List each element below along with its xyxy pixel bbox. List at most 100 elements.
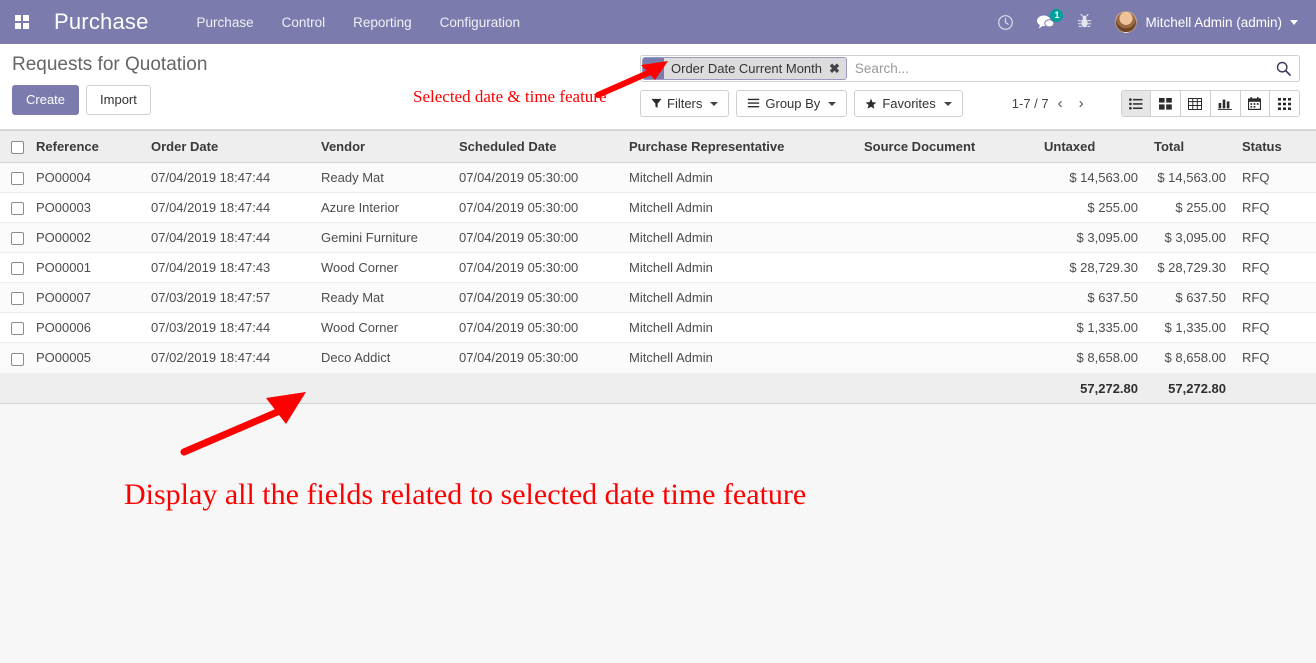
cell-untaxed: $ 14,563.00: [1036, 162, 1146, 194]
bug-icon[interactable]: [1066, 0, 1103, 44]
column-header-status[interactable]: Status: [1234, 129, 1316, 164]
cell-order-date: 07/03/2019 18:47:57: [143, 282, 313, 314]
cell-source-document: [856, 222, 1036, 254]
row-checkbox[interactable]: [10, 172, 24, 186]
favorites-dropdown[interactable]: Favorites: [854, 90, 963, 117]
purchase-orders-table: Reference Order Date Vendor Scheduled Da…: [0, 129, 1316, 404]
table-header-row: Reference Order Date Vendor Scheduled Da…: [0, 129, 1316, 164]
filters-dropdown-label: Filters: [667, 96, 703, 111]
close-icon[interactable]: ✖: [827, 58, 846, 79]
cell-source-document: [856, 162, 1036, 194]
cell-scheduled-date: 07/04/2019 05:30:00: [451, 312, 621, 344]
search-facet-label: Order Date Current Month: [664, 58, 828, 79]
select-all-header: [0, 129, 28, 164]
table-row[interactable]: PO00002 07/04/2019 18:47:44 Gemini Furni…: [0, 222, 1316, 254]
column-header-vendor[interactable]: Vendor: [313, 129, 451, 164]
clock-icon[interactable]: [986, 0, 1025, 44]
group-by-dropdown[interactable]: Group By: [736, 90, 848, 117]
pager-previous-icon[interactable]: ‹: [1051, 94, 1070, 114]
cell-vendor: Ready Mat: [313, 282, 451, 314]
cell-vendor: Gemini Furniture: [313, 222, 451, 254]
table-body: PO00004 07/04/2019 18:47:44 Ready Mat 07…: [0, 162, 1316, 404]
filters-dropdown[interactable]: Filters: [640, 90, 730, 117]
select-all-checkbox[interactable]: [10, 141, 24, 155]
column-header-order-date[interactable]: Order Date: [143, 129, 313, 164]
star-icon: [865, 98, 877, 109]
odoo-purchase-screen: Purchase Purchase Control Reporting Conf…: [0, 0, 1316, 663]
row-checkbox[interactable]: [10, 202, 24, 216]
cell-untaxed: $ 255.00: [1036, 192, 1146, 224]
column-header-scheduled-date[interactable]: Scheduled Date: [451, 129, 621, 164]
table-row[interactable]: PO00006 07/03/2019 18:47:44 Wood Corner …: [0, 312, 1316, 344]
annotation-bottom-text: Display all the fields related to select…: [124, 478, 807, 511]
favorites-dropdown-label: Favorites: [882, 96, 936, 111]
column-header-source-document[interactable]: Source Document: [856, 129, 1036, 164]
status-badge: RFQ: [1234, 252, 1316, 284]
cell-order-date: 07/02/2019 18:47:44: [143, 342, 313, 374]
cell-purchase-representative: Mitchell Admin: [621, 192, 856, 224]
cell-purchase-representative: Mitchell Admin: [621, 222, 856, 254]
chevron-down-icon: [943, 101, 952, 106]
cell-total: $ 637.50: [1146, 282, 1234, 314]
search-facet-order-date[interactable]: Order Date Current Month ✖: [642, 57, 847, 80]
menu-item-purchase[interactable]: Purchase: [183, 0, 268, 44]
status-badge: RFQ: [1234, 222, 1316, 254]
table-row[interactable]: PO00001 07/04/2019 18:47:43 Wood Corner …: [0, 252, 1316, 284]
cell-vendor: Ready Mat: [313, 162, 451, 194]
cell-purchase-representative: Mitchell Admin: [621, 162, 856, 194]
menu-item-reporting[interactable]: Reporting: [339, 0, 426, 44]
create-button[interactable]: Create: [12, 85, 80, 115]
row-checkbox[interactable]: [10, 262, 24, 276]
search-icon[interactable]: [1268, 56, 1299, 81]
group-by-dropdown-label: Group By: [765, 96, 821, 111]
cell-vendor: Azure Interior: [313, 192, 451, 224]
column-header-total[interactable]: Total: [1146, 129, 1234, 164]
import-button[interactable]: Import: [86, 85, 151, 115]
cell-untaxed: $ 8,658.00: [1036, 342, 1146, 374]
row-checkbox[interactable]: [10, 292, 24, 306]
table-row[interactable]: PO00004 07/04/2019 18:47:44 Ready Mat 07…: [0, 162, 1316, 194]
app-brand-title[interactable]: Purchase: [44, 9, 183, 35]
cell-untaxed: $ 637.50: [1036, 282, 1146, 314]
graph-view-icon[interactable]: [1209, 90, 1241, 117]
cell-order-date: 07/04/2019 18:47:43: [143, 252, 313, 284]
cell-vendor: Wood Corner: [313, 312, 451, 344]
status-badge: RFQ: [1234, 162, 1316, 194]
apps-grid-icon[interactable]: [0, 0, 44, 44]
table-row[interactable]: PO00003 07/04/2019 18:47:44 Azure Interi…: [0, 192, 1316, 224]
control-panel-left: Requests for Quotation Create Import: [12, 44, 207, 115]
column-header-reference[interactable]: Reference: [28, 129, 143, 164]
table-row[interactable]: PO00005 07/02/2019 18:47:44 Deco Addict …: [0, 342, 1316, 374]
cell-reference: PO00001: [28, 252, 143, 284]
cell-source-document: [856, 252, 1036, 284]
chat-bubble-icon[interactable]: 1: [1025, 0, 1066, 44]
search-input[interactable]: [846, 56, 1268, 81]
row-checkbox[interactable]: [10, 352, 24, 366]
list-view-icon[interactable]: [1120, 90, 1152, 117]
page-title: Requests for Quotation: [12, 54, 208, 75]
column-header-untaxed[interactable]: Untaxed: [1036, 129, 1146, 164]
menu-item-configuration[interactable]: Configuration: [426, 0, 534, 44]
pivot-view-icon[interactable]: [1180, 90, 1211, 117]
action-buttons: Create Import: [12, 85, 207, 115]
cell-reference: PO00004: [28, 162, 143, 194]
table-row[interactable]: PO00007 07/03/2019 18:47:57 Ready Mat 07…: [0, 282, 1316, 314]
filter-funnel-icon: [651, 98, 662, 108]
cell-vendor: Wood Corner: [313, 252, 451, 284]
chevron-down-icon: [1290, 19, 1298, 25]
cell-untaxed: $ 3,095.00: [1036, 222, 1146, 254]
column-header-purchase-representative[interactable]: Purchase Representative: [621, 129, 856, 164]
activity-view-icon[interactable]: [1269, 90, 1300, 117]
status-badge: RFQ: [1234, 342, 1316, 374]
row-checkbox[interactable]: [10, 322, 24, 336]
cell-reference: PO00003: [28, 192, 143, 224]
cell-untaxed: $ 1,335.00: [1036, 312, 1146, 344]
calendar-view-icon[interactable]: [1239, 90, 1271, 117]
menu-item-control[interactable]: Control: [268, 0, 340, 44]
cell-untaxed: $ 28,729.30: [1036, 252, 1146, 284]
kanban-view-icon[interactable]: [1150, 90, 1182, 117]
row-checkbox[interactable]: [10, 232, 24, 246]
user-menu[interactable]: Mitchell Admin (admin): [1103, 0, 1304, 44]
hamburger-lines-icon: [748, 98, 760, 108]
pager-next-icon[interactable]: ›: [1072, 94, 1091, 114]
